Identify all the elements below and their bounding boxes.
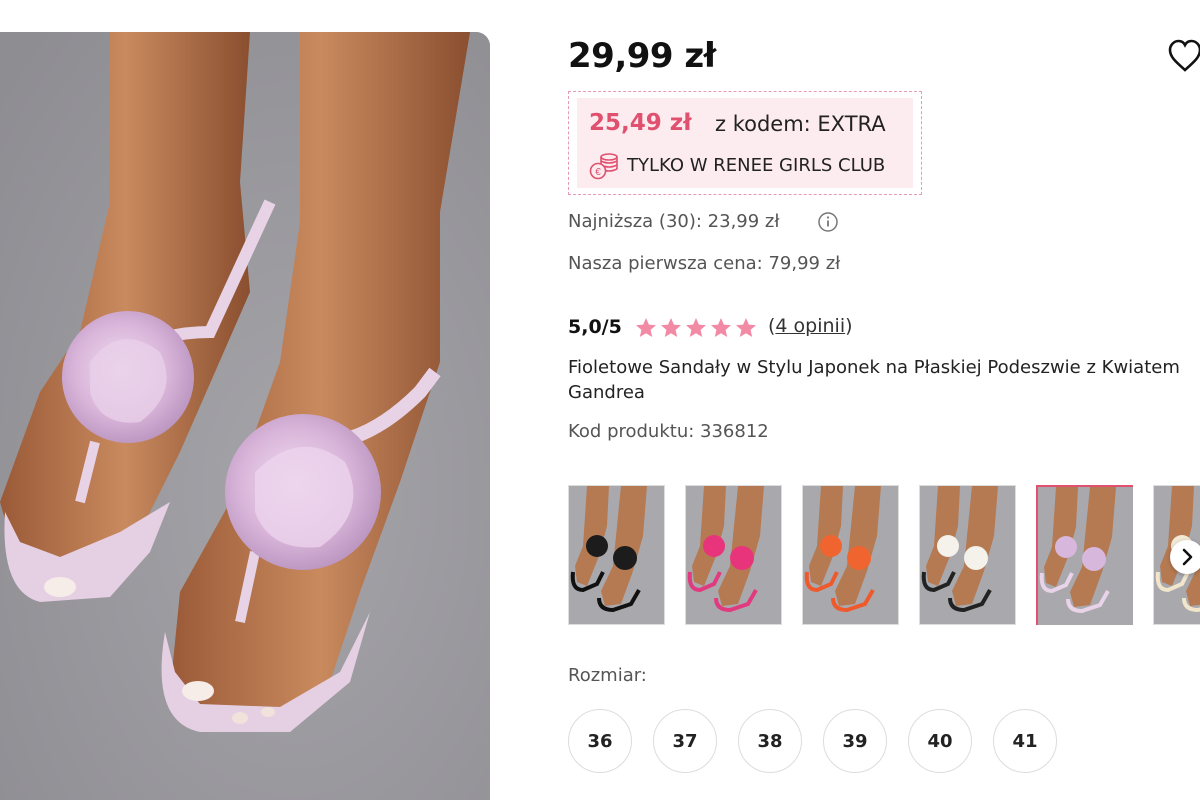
variants-next-button[interactable] xyxy=(1170,540,1200,574)
promo-code-text: z kodem: EXTRA xyxy=(715,112,886,136)
product-main-image[interactable] xyxy=(0,32,490,800)
size-option-41[interactable]: 41 xyxy=(993,709,1057,773)
rating-stars xyxy=(634,316,758,340)
info-icon xyxy=(818,212,838,232)
star-icon xyxy=(711,318,731,337)
add-to-wishlist-button[interactable] xyxy=(1168,38,1200,76)
variant-photo xyxy=(1038,487,1133,625)
coins-icon: € xyxy=(589,153,618,180)
color-variant-thumbnail[interactable] xyxy=(685,485,782,625)
heart-icon xyxy=(1168,39,1200,72)
color-variant-thumbnail[interactable] xyxy=(802,485,899,625)
promo-price: 25,49 zł xyxy=(589,110,692,136)
reviews-link-label[interactable]: 4 opinii xyxy=(775,315,845,337)
first-price: Nasza pierwsza cena: 79,99 zł xyxy=(568,253,841,274)
star-icon xyxy=(686,318,706,337)
color-variant-thumbnail[interactable] xyxy=(1036,485,1133,625)
variant-photo xyxy=(920,486,1015,624)
color-variant-thumbnail[interactable] xyxy=(919,485,1016,625)
size-option-37[interactable]: 37 xyxy=(653,709,717,773)
product-price: 29,99 zł xyxy=(568,36,716,76)
reviews-link[interactable]: (4 opinii) xyxy=(768,315,853,337)
color-variants xyxy=(568,485,1200,627)
star-icon xyxy=(736,318,756,337)
color-variant-thumbnail[interactable] xyxy=(568,485,665,625)
lowest-price-30-days: Najniższa (30): 23,99 zł xyxy=(568,211,780,232)
svg-text:€: € xyxy=(595,167,601,178)
size-option-40[interactable]: 40 xyxy=(908,709,972,773)
product-photo xyxy=(0,32,490,800)
variant-photo xyxy=(803,486,898,624)
size-option-39[interactable]: 39 xyxy=(823,709,887,773)
size-option-36[interactable]: 36 xyxy=(568,709,632,773)
product-code: Kod produktu: 336812 xyxy=(568,421,769,442)
variant-photo xyxy=(686,486,781,624)
star-icon xyxy=(661,318,681,337)
chevron-right-icon xyxy=(1182,548,1193,566)
rating-value: 5,0/5 xyxy=(568,316,622,338)
size-label: Rozmiar: xyxy=(568,665,647,686)
lowest-price-info-button[interactable] xyxy=(817,211,839,233)
club-label: TYLKO W RENEE GIRLS CLUB xyxy=(627,155,886,176)
promo-box: 25,49 zł z kodem: EXTRA € TYLKO W RENEE … xyxy=(568,91,922,195)
variant-photo xyxy=(569,486,664,624)
star-icon xyxy=(636,318,656,337)
size-option-38[interactable]: 38 xyxy=(738,709,802,773)
product-title: Fioletowe Sandały w Stylu Japonek na Pła… xyxy=(568,357,1180,403)
